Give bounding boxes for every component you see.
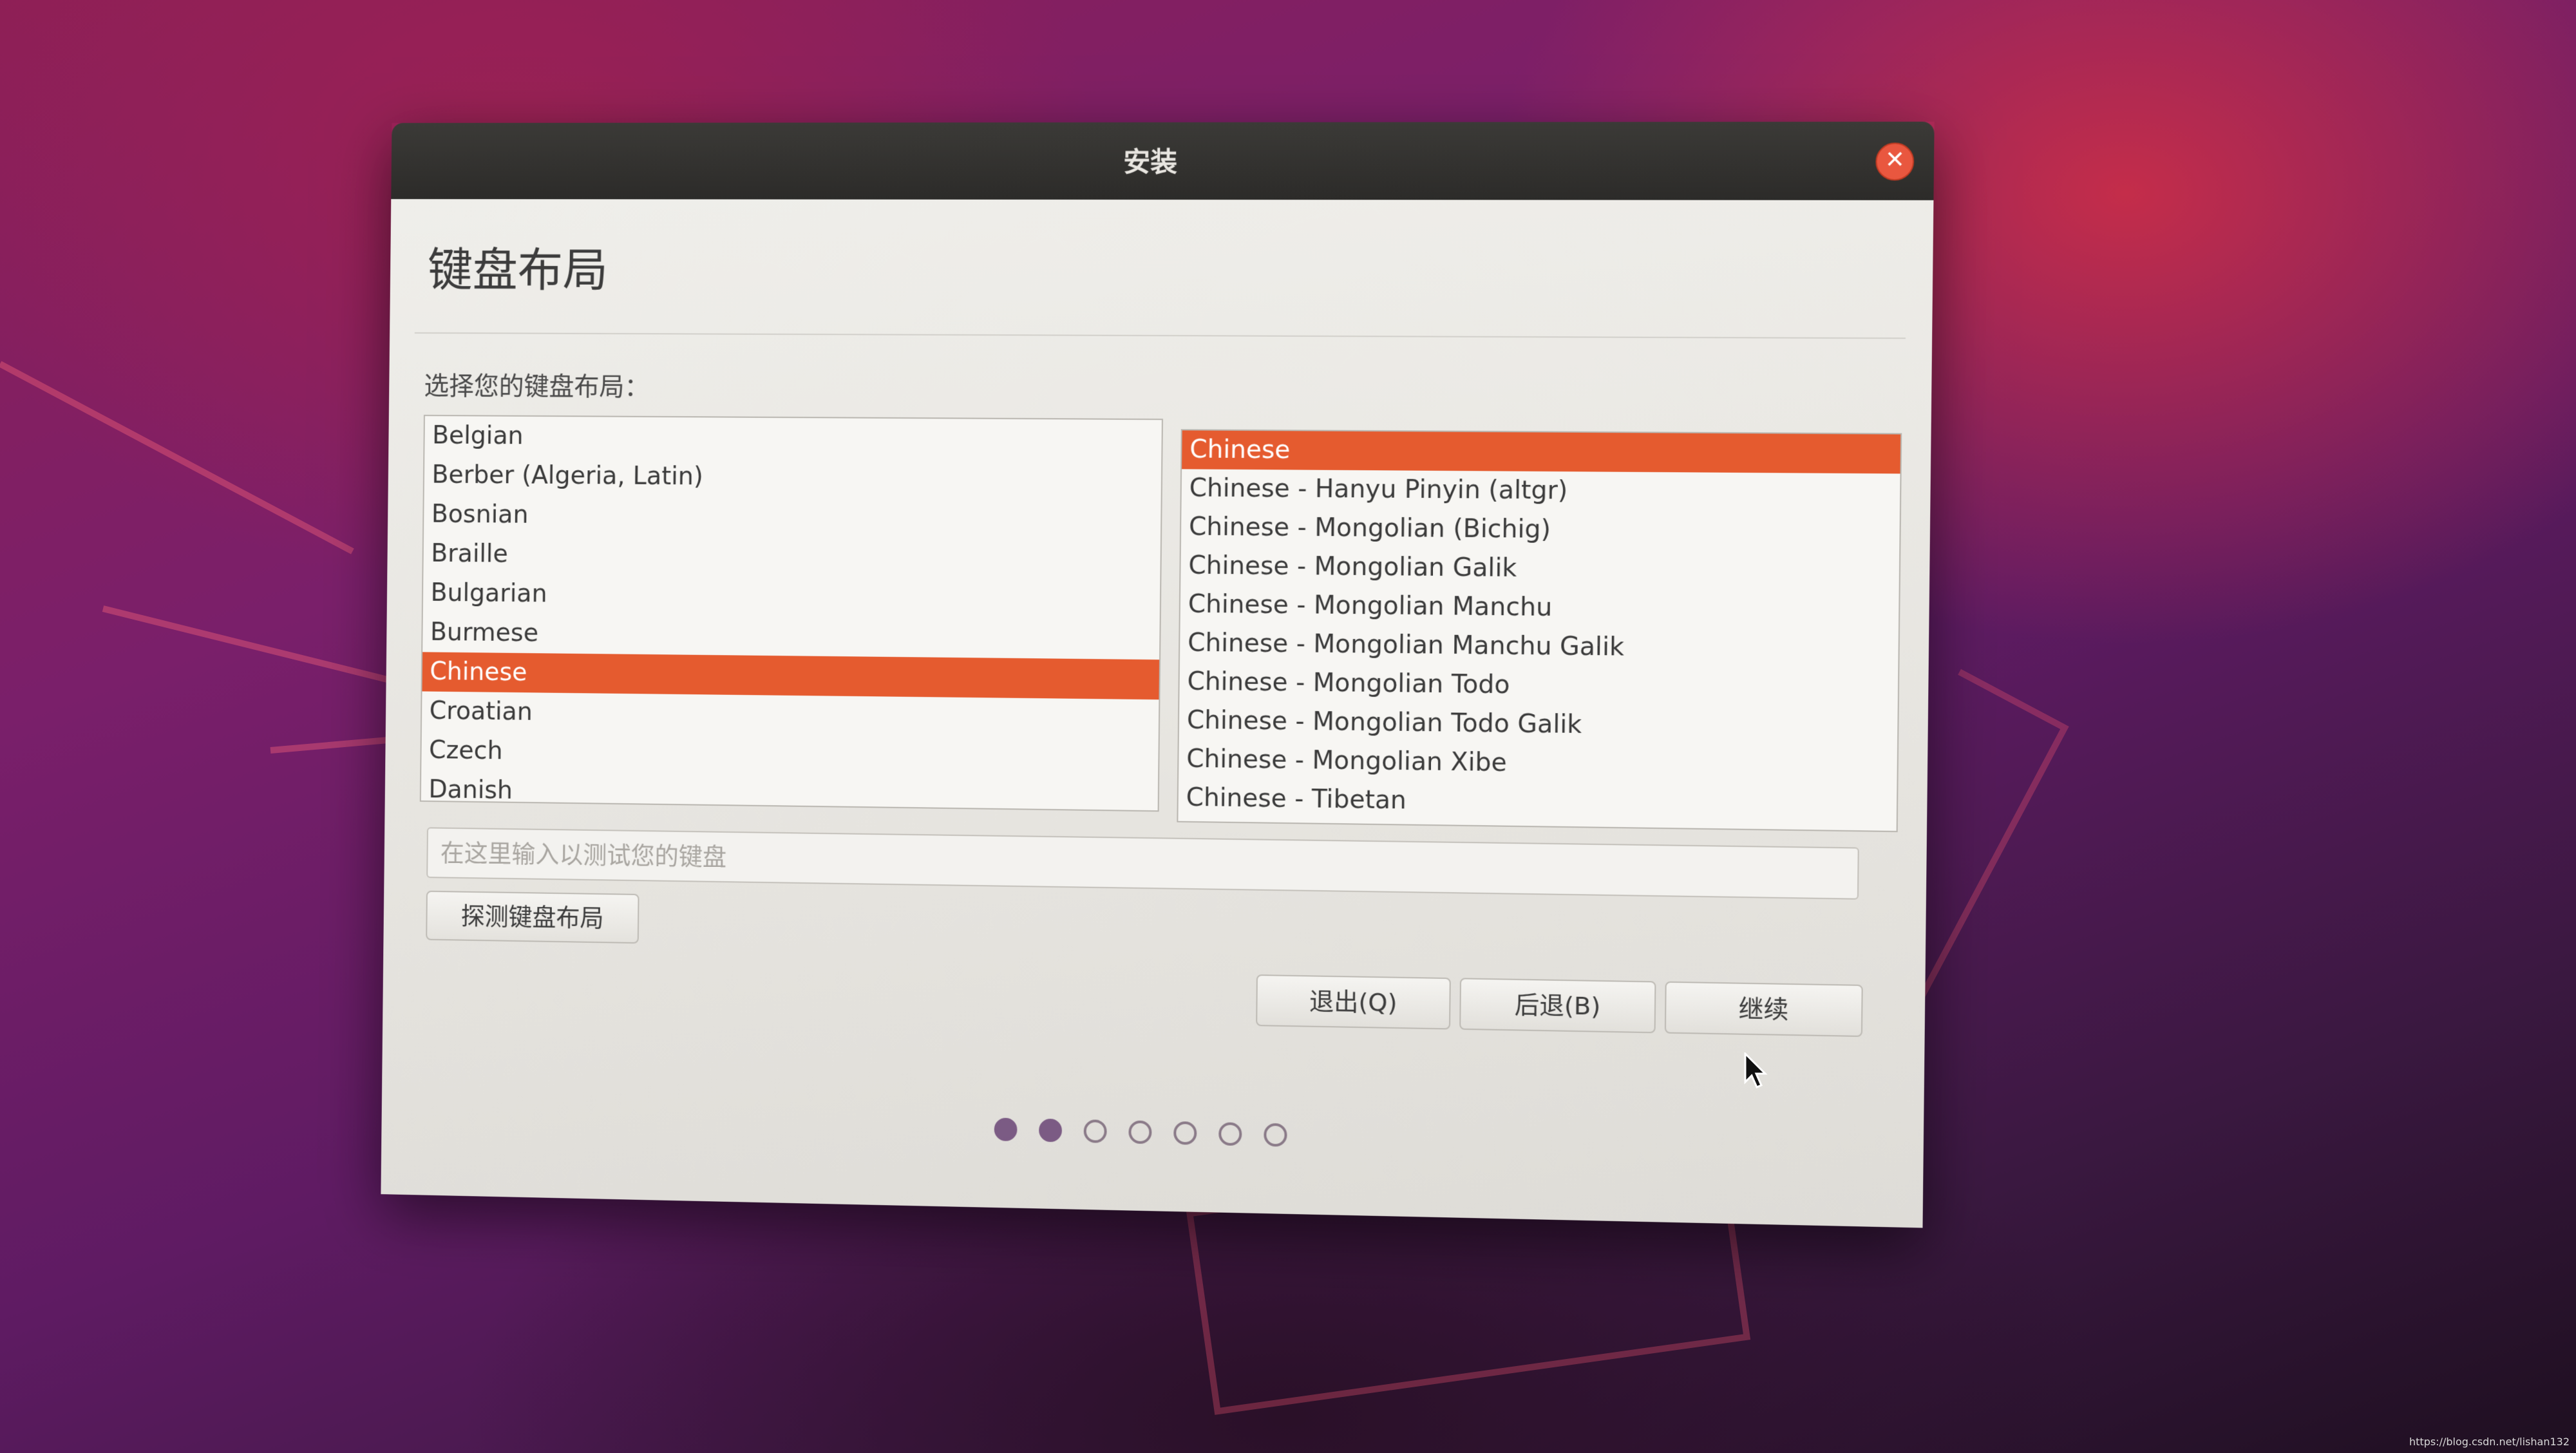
list-item[interactable]: Belgian xyxy=(424,416,1162,460)
installer-window: 安装 ✕ 键盘布局 选择您的键盘布局： Belgian Berber (Alger… xyxy=(381,121,1935,1228)
list-item[interactable]: Chinese - Hanyu Pinyin (altgr) xyxy=(1181,469,1900,513)
window-content: 键盘布局 选择您的键盘布局： Belgian Berber (Algeria, L… xyxy=(381,199,1934,1228)
list-item[interactable]: Bosnian xyxy=(424,495,1161,540)
continue-button[interactable]: 继续 xyxy=(1664,981,1863,1038)
step-progress-indicator xyxy=(381,1105,1924,1169)
list-item[interactable]: Bulgarian xyxy=(423,573,1160,620)
list-item[interactable]: Chinese - Tibetan xyxy=(1178,779,1897,827)
layout-prompt-label: 选择您的键盘布局： xyxy=(424,372,650,403)
back-button[interactable]: 后退(B) xyxy=(1459,978,1656,1034)
title-bar[interactable]: 安装 ✕ xyxy=(391,121,1935,200)
mouse-cursor-icon xyxy=(1744,1052,1768,1088)
list-item[interactable]: Burmese xyxy=(422,613,1160,660)
quit-button[interactable]: 退出(Q) xyxy=(1256,974,1451,1030)
page-title: 键盘布局 xyxy=(427,243,609,297)
progress-dot xyxy=(1218,1122,1242,1146)
close-button[interactable]: ✕ xyxy=(1875,142,1915,181)
progress-dot xyxy=(1128,1120,1152,1144)
progress-dot xyxy=(1039,1118,1063,1143)
window-title: 安装 xyxy=(1123,146,1178,178)
progress-dot xyxy=(1264,1123,1287,1147)
list-item[interactable]: Chinese - Mongolian Galik xyxy=(1180,546,1899,591)
progress-dot xyxy=(1083,1119,1107,1143)
detect-layout-button[interactable]: 探测键盘布局 xyxy=(426,890,639,944)
wallpaper-line xyxy=(0,361,354,555)
progress-dot xyxy=(1173,1121,1197,1145)
list-item[interactable]: Chinese xyxy=(1182,430,1901,474)
keyboard-test-input[interactable] xyxy=(426,827,1859,900)
close-icon: ✕ xyxy=(1884,146,1906,174)
list-item[interactable]: Berber (Algeria, Latin) xyxy=(424,455,1162,500)
wallpaper-line xyxy=(102,605,404,687)
list-item[interactable]: Braille xyxy=(423,534,1160,580)
divider xyxy=(414,332,1906,339)
keyboard-variant-list[interactable]: Chinese Chinese - Hanyu Pinyin (altgr) Chi… xyxy=(1177,429,1902,833)
list-item[interactable]: Chinese - Mongolian Manchu xyxy=(1180,585,1899,631)
keyboard-layout-list[interactable]: Belgian Berber (Algeria, Latin) Bosnian Bra… xyxy=(419,415,1163,812)
watermark: https://blog.csdn.net/lishan132 xyxy=(2409,1436,2570,1448)
list-item[interactable]: Chinese - Mongolian (Bichig) xyxy=(1181,508,1900,552)
progress-dot xyxy=(994,1117,1018,1141)
